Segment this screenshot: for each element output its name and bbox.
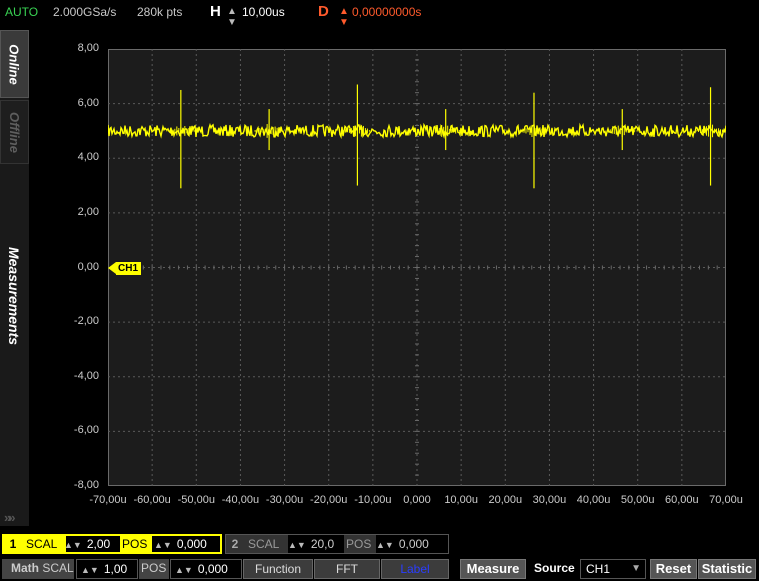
- x-tick-label: 70,00u: [709, 494, 743, 506]
- math-pos-field[interactable]: ▲▼ 0,000: [170, 559, 242, 579]
- x-tick-label: 50,00u: [620, 494, 655, 506]
- math-scale-field[interactable]: ▲▼ 1,00: [76, 559, 138, 579]
- x-tick-label: 20,00u: [488, 494, 523, 506]
- y-tick-label: 8,00: [77, 42, 99, 54]
- delay-label: D: [318, 3, 329, 20]
- ch1-scale-spinner-icon[interactable]: ▲▼: [64, 540, 82, 550]
- source-select[interactable]: CH1 ▼: [580, 559, 646, 579]
- ch1-pos-spinner-icon[interactable]: ▲▼: [154, 540, 172, 550]
- ch1-scale-field[interactable]: ▲▼ 2,00: [64, 536, 120, 552]
- function-button[interactable]: Function: [243, 559, 313, 579]
- tab-online[interactable]: Online: [0, 30, 29, 98]
- math-scale-value: 1,00: [103, 562, 128, 576]
- y-tick-label: -6,00: [73, 424, 99, 437]
- x-tick-label: 40,00u: [576, 494, 611, 506]
- sidebar: Online Offline Measurements »»: [0, 30, 29, 526]
- x-tick-label: -50,00u: [177, 494, 215, 506]
- sample-rate: 2.000GSa/s: [53, 5, 117, 19]
- x-tick-label: -30,00u: [265, 494, 304, 506]
- statistic-button[interactable]: Statistic: [698, 559, 756, 579]
- delay-value[interactable]: 0,00000000s: [352, 5, 421, 19]
- ch2-scale-field[interactable]: ▲▼ 20,0: [288, 535, 344, 553]
- y-tick-label: -8,00: [73, 479, 99, 491]
- trigger-mode[interactable]: AUTO: [5, 5, 38, 19]
- math-pos-value: 0,000: [197, 562, 228, 576]
- ch2-pos-field[interactable]: ▲▼ 0,000: [376, 535, 446, 553]
- math-label: Math: [11, 561, 39, 575]
- horizontal-scale-value[interactable]: 10,00us: [242, 5, 285, 19]
- ch1-pos-field[interactable]: ▲▼ 0,000: [154, 536, 220, 552]
- ch1-scale-value: 2,00: [86, 537, 111, 551]
- horizontal-label: H: [210, 3, 221, 20]
- ch2-scale-value: 20,0: [310, 537, 335, 551]
- waveform-svg: [108, 49, 726, 486]
- x-tick-label: -40,00u: [221, 494, 260, 506]
- status-bar: AUTO 2.000GSa/s 280k pts H ▲ ▼ 10,00us D …: [0, 0, 759, 28]
- tab-online-label: Online: [7, 43, 23, 85]
- delay-spinner-icon[interactable]: ▲ ▼: [339, 6, 349, 28]
- measure-button[interactable]: Measure: [460, 559, 526, 579]
- x-tick-label: 30,00u: [532, 494, 567, 506]
- source-label: Source: [534, 561, 575, 575]
- ch1-scale-label: SCAL: [22, 536, 66, 552]
- ch1-marker-arrow-icon: [108, 262, 116, 274]
- ch2-number[interactable]: 2: [226, 535, 244, 553]
- x-tick-label: 60,00u: [665, 494, 699, 506]
- fft-button[interactable]: FFT: [314, 559, 380, 579]
- y-tick-label: 0,00: [77, 260, 99, 273]
- reset-button[interactable]: Reset: [650, 559, 697, 579]
- math-scale-label: SCAL: [42, 561, 74, 575]
- math-pos-label: POS: [139, 559, 169, 579]
- math-pos-spinner-icon[interactable]: ▲▼: [175, 565, 193, 575]
- expand-sidebar-icon[interactable]: »»: [4, 510, 16, 525]
- ch2-pos-label: POS: [344, 535, 376, 553]
- tab-measurements[interactable]: Measurements: [0, 166, 29, 426]
- label-button[interactable]: Label: [381, 559, 449, 579]
- math-label-group: Math SCAL: [2, 559, 74, 579]
- ch1-pos-value: 0,000: [176, 537, 207, 551]
- ch1-number[interactable]: 1: [4, 536, 22, 552]
- record-length: 280k pts: [137, 5, 183, 19]
- source-value: CH1: [586, 562, 611, 576]
- math-scale-spinner-icon[interactable]: ▲▼: [81, 565, 99, 575]
- tab-offline-label: Offline: [7, 111, 22, 153]
- y-tick-label: 4,00: [77, 151, 99, 164]
- ch2-pos-spinner-icon[interactable]: ▲▼: [376, 540, 394, 550]
- ch2-controls[interactable]: 2 SCAL ▲▼ 20,0 POS ▲▼ 0,000: [225, 534, 449, 554]
- x-tick-label: 10,00u: [444, 494, 478, 506]
- ch1-pos-label: POS: [120, 536, 152, 552]
- horizontal-spinner-icon[interactable]: ▲ ▼: [227, 6, 237, 28]
- x-tick-label: -10,00u: [354, 494, 392, 506]
- y-tick-label: 2,00: [77, 205, 99, 218]
- tab-measurements-label: Measurements: [6, 246, 23, 346]
- ch2-scale-label: SCAL: [244, 535, 288, 553]
- chevron-down-icon: ▼: [631, 563, 641, 574]
- y-tick-label: -2,00: [73, 315, 99, 328]
- x-tick-label: -70,00u: [89, 494, 127, 506]
- ch2-pos-value: 0,000: [398, 537, 429, 551]
- x-tick-label: 0,000: [403, 494, 431, 506]
- y-tick-label: -4,00: [73, 369, 99, 382]
- y-tick-label: 6,00: [77, 96, 99, 109]
- ch1-controls[interactable]: 1 SCAL ▲▼ 2,00 POS ▲▼ 0,000: [2, 534, 222, 554]
- ch1-marker-label: CH1: [116, 262, 142, 275]
- ch2-scale-spinner-icon[interactable]: ▲▼: [288, 540, 306, 550]
- ch1-trace: [108, 122, 726, 140]
- x-tick-label: -20,00u: [310, 494, 348, 506]
- tab-offline[interactable]: Offline: [0, 100, 29, 164]
- x-tick-label: -60,00u: [133, 494, 171, 506]
